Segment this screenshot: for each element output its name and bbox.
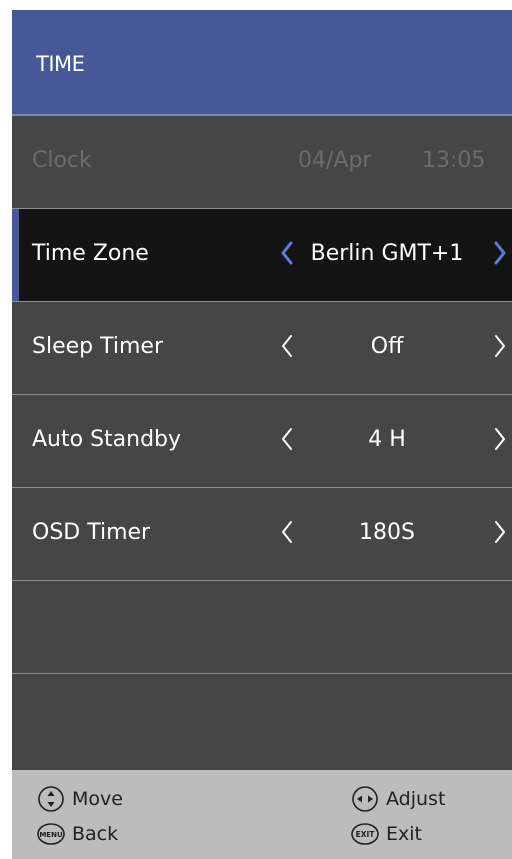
left-right-icon [352,786,378,812]
clock-row: Clock 04/Apr 13:05 [12,116,512,209]
osd-timer-row[interactable]: OSD Timer 180S [12,488,512,581]
auto-standby-row[interactable]: Auto Standby 4 H [12,395,512,488]
sleep-timer-row[interactable]: Sleep Timer Off [12,302,512,395]
time-zone-row[interactable]: Time Zone Berlin GMT+1 [12,209,512,302]
chevron-left-icon[interactable] [279,425,295,453]
move-hint: Move [36,784,123,814]
osd-timer-value: 180S [359,520,415,545]
clock-time: 13:05 [422,148,486,173]
chevron-left-icon[interactable] [279,332,295,360]
adjust-hint: Adjust [350,784,445,814]
exit-hint: EXIT Exit [350,819,422,849]
time-zone-label: Time Zone [32,241,149,266]
menu-header: TIME [12,10,512,116]
auto-standby-label: Auto Standby [32,427,182,452]
exit-label: Exit [386,823,422,845]
page-title: TIME [36,52,85,76]
osd-timer-label: OSD Timer [32,520,151,545]
footer-hints: Move MENU Back Adjust EXIT Exit [12,770,512,859]
chevron-right-icon[interactable] [492,425,508,453]
time-menu: TIME Clock 04/Apr 13:05 Time Zone Berlin… [12,10,512,859]
exit-key-text: EXIT [356,830,376,839]
menu-key-text: MENU [39,831,63,839]
chevron-right-icon[interactable] [492,239,508,267]
up-down-icon [38,786,64,812]
menu-key-icon: MENU [37,823,65,845]
chevron-right-icon[interactable] [492,332,508,360]
move-label: Move [72,788,123,810]
exit-key-icon: EXIT [351,823,379,845]
sleep-timer-value: Off [370,334,404,359]
sleep-timer-label: Sleep Timer [32,334,163,359]
selection-indicator [12,209,19,301]
empty-row [12,581,512,674]
adjust-label: Adjust [386,788,446,810]
clock-label: Clock [32,148,92,173]
time-zone-value: Berlin GMT+1 [310,241,464,266]
empty-row [12,674,512,770]
chevron-right-icon[interactable] [492,518,508,546]
chevron-left-icon[interactable] [279,518,295,546]
auto-standby-value: 4 H [368,427,406,452]
chevron-left-icon[interactable] [279,239,295,267]
back-hint: MENU Back [36,819,118,849]
clock-date: 04/Apr [298,148,372,173]
back-label: Back [72,823,119,845]
